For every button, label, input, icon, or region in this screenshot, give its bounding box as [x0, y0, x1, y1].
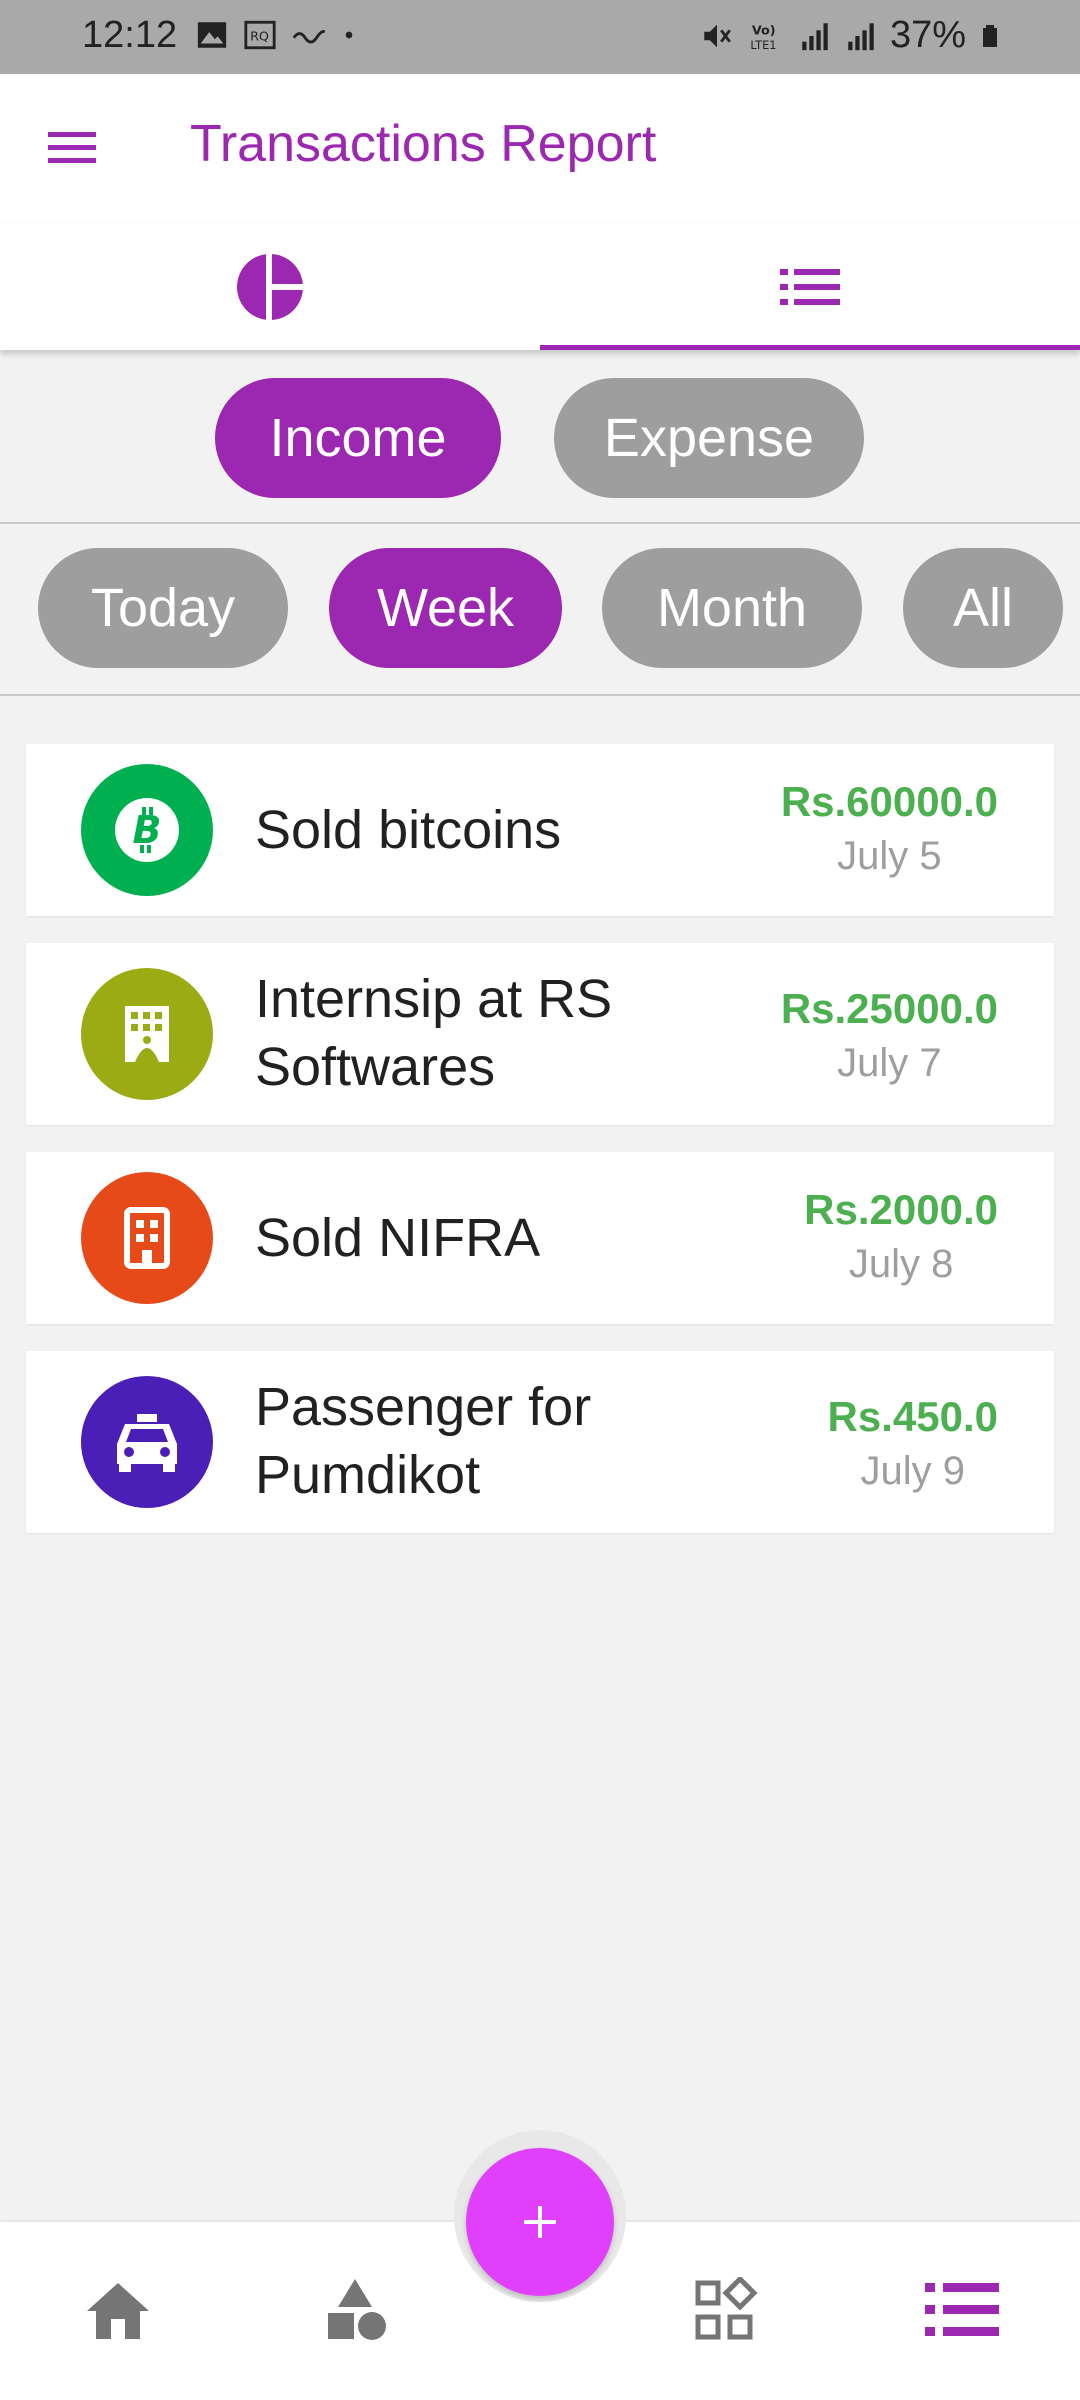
- transaction-meta: Rs.2000.0 July 8: [804, 1182, 998, 1290]
- plus-icon: [524, 2206, 556, 2238]
- tab-list[interactable]: [540, 224, 1080, 350]
- transaction-title: Passenger for Pumdikot: [255, 1377, 592, 1505]
- svg-text:LTE1: LTE1: [750, 37, 776, 51]
- transaction-title: Sold NIFRA: [255, 1208, 541, 1268]
- transaction-date: July 7: [837, 1041, 942, 1085]
- hamburger-menu-icon[interactable]: [44, 126, 104, 170]
- nav-home[interactable]: [78, 2270, 158, 2350]
- battery-percentage: 37%: [889, 14, 966, 56]
- category-avatar: [81, 1376, 213, 1508]
- volte-icon: Vo)LTE1: [750, 23, 776, 51]
- home-icon: [87, 2283, 149, 2339]
- category-avatar: B: [81, 764, 213, 896]
- transaction-meta: Rs.60000.0 July 5: [781, 774, 998, 882]
- transaction-amount: Rs.25000.0: [780, 985, 998, 1032]
- transaction-row[interactable]: B Sold bitcoins Rs.60000.0 July 5: [26, 744, 1054, 916]
- status-bar: 12:12 RQ Vo) LTE1 37%: [0, 0, 1080, 74]
- list-icon: [780, 269, 840, 305]
- battery-icon: [983, 24, 997, 47]
- transaction-amount: Rs.60000.0: [780, 778, 998, 825]
- transaction-date: July 5: [837, 834, 942, 878]
- today-chip[interactable]: Today: [38, 548, 288, 668]
- transaction-title: Internsip at RS Softwares: [255, 969, 613, 1097]
- income-chip[interactable]: Income: [215, 378, 501, 498]
- transaction-meta: Rs.450.0 July 9: [828, 1389, 998, 1497]
- transaction-meta: Rs.25000.0 July 7: [781, 981, 998, 1089]
- mute-icon: [704, 24, 731, 47]
- shapes-icon: [328, 2279, 386, 2340]
- wavy-icon: [292, 30, 325, 44]
- nav-categories[interactable]: [315, 2270, 395, 2350]
- add-transaction-button[interactable]: [466, 2148, 614, 2296]
- category-avatar: [81, 968, 213, 1100]
- taxi-icon: [117, 1414, 177, 1472]
- transaction-date: July 9: [860, 1449, 966, 1493]
- status-left-icons: RQ: [195, 18, 359, 52]
- svg-text:Vo): Vo): [752, 23, 776, 38]
- divider: [0, 694, 1080, 696]
- pie-chart-icon: [237, 252, 305, 322]
- dot-icon: [345, 31, 353, 39]
- svg-text:RQ: RQ: [250, 30, 269, 45]
- tab-chart[interactable]: [0, 224, 540, 350]
- category-avatar: [81, 1172, 213, 1304]
- transaction-title: Sold bitcoins: [255, 800, 562, 860]
- expense-chip[interactable]: Expense: [554, 378, 864, 498]
- image-icon: [197, 22, 227, 48]
- transaction-amount: Rs.450.0: [827, 1393, 998, 1440]
- transaction-date: July 8: [848, 1242, 954, 1286]
- week-chip[interactable]: Week: [329, 548, 562, 668]
- transaction-row[interactable]: Internsip at RS Softwares Rs.25000.0 Jul…: [26, 943, 1054, 1125]
- tab-indicator: [540, 345, 1080, 350]
- nav-dashboard[interactable]: [686, 2270, 766, 2350]
- status-right: Vo) LTE1 37%: [700, 14, 1002, 57]
- grid-icon: [695, 2277, 758, 2340]
- list-icon: [925, 2283, 999, 2336]
- transaction-row[interactable]: Passenger for Pumdikot Rs.450.0 July 9: [26, 1351, 1054, 1533]
- divider: [0, 522, 1080, 524]
- transaction-amount: Rs.2000.0: [804, 1186, 998, 1233]
- transaction-row[interactable]: Sold NIFRA Rs.2000.0 July 8: [26, 1152, 1054, 1324]
- month-chip[interactable]: Month: [602, 548, 862, 668]
- all-chip[interactable]: All: [903, 548, 1063, 668]
- nav-transactions[interactable]: [922, 2270, 1002, 2350]
- view-tabs: [0, 224, 1080, 350]
- building-icon: [124, 1207, 170, 1269]
- rq-icon: RQ: [244, 20, 276, 50]
- office-building-icon: [125, 1006, 169, 1062]
- bitcoin-icon: B: [115, 798, 179, 862]
- signal-icon: [848, 22, 874, 50]
- status-time: 12:12: [82, 14, 178, 56]
- app-bar: Transactions Report: [0, 74, 1080, 224]
- page-title: Transactions Report: [190, 115, 657, 173]
- signal-icon: [802, 22, 828, 50]
